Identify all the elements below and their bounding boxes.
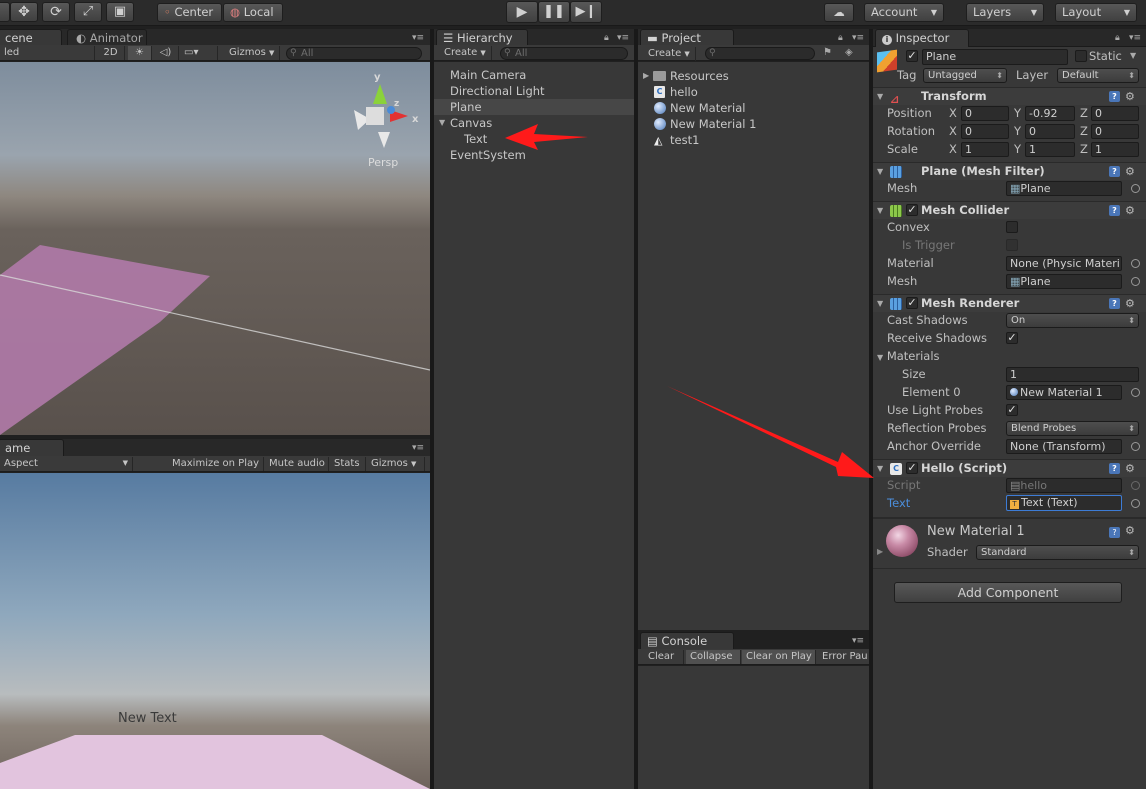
arrow-to-text-field: [667, 386, 874, 478]
annotation-arrows: [505, 124, 874, 478]
arrow-to-hierarchy-text: [505, 124, 588, 150]
